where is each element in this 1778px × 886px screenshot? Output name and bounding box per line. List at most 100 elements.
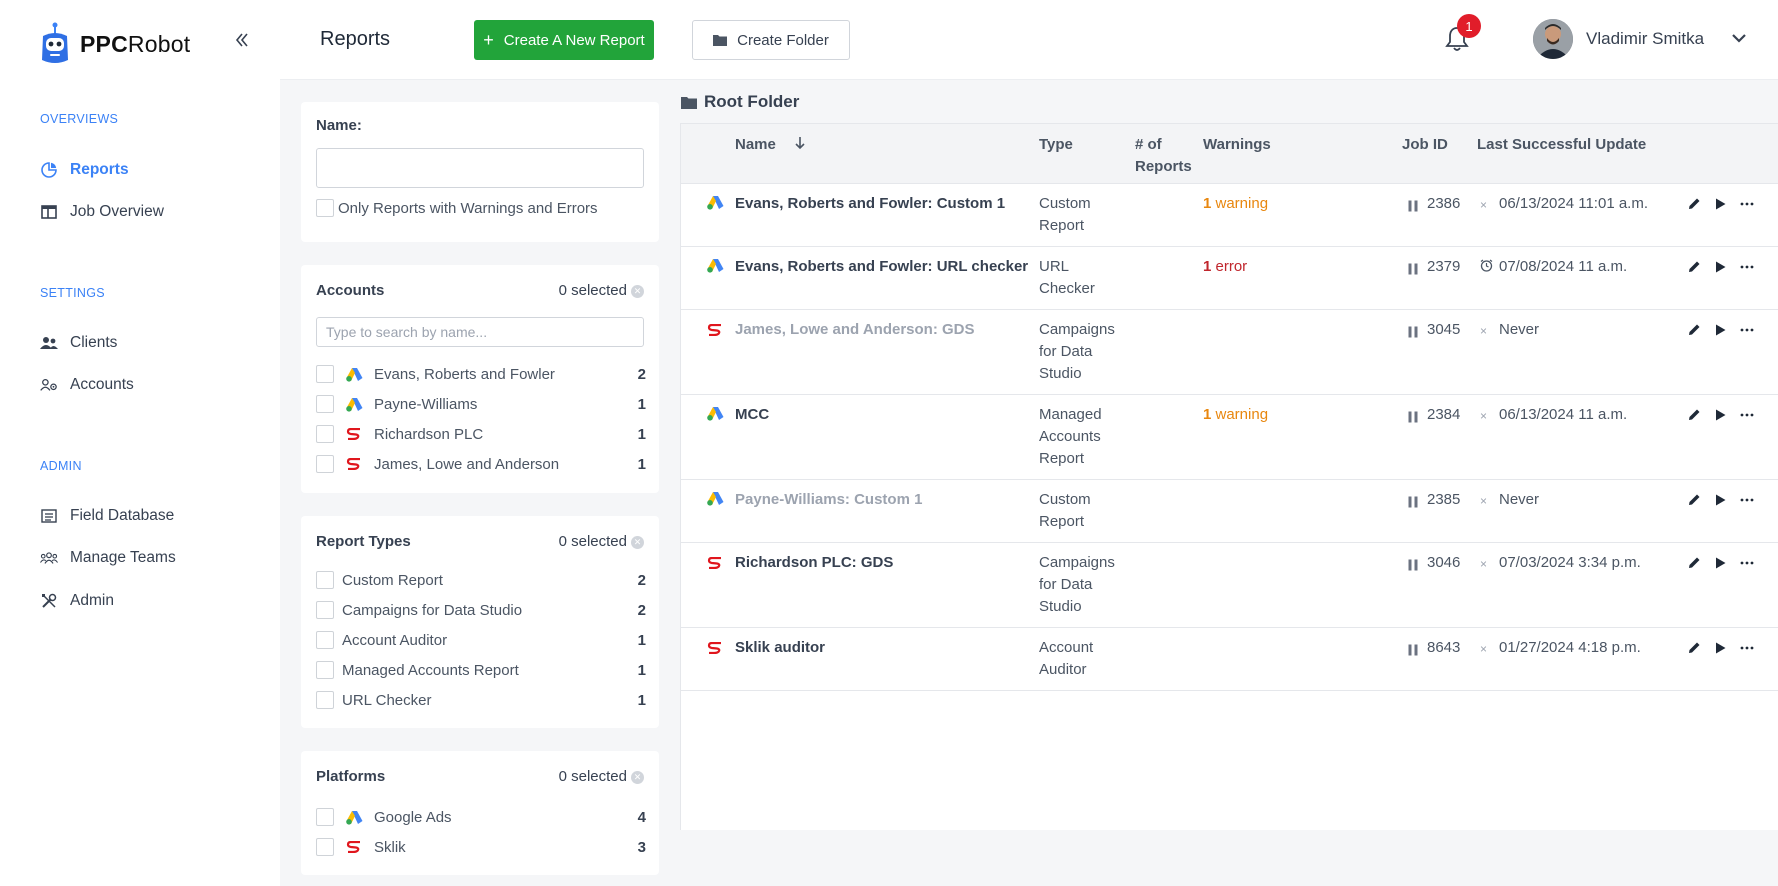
pause-icon[interactable] [1408,493,1418,515]
edit-icon[interactable] [1688,323,1701,336]
edit-icon[interactable] [1688,641,1701,654]
table-row[interactable]: Evans, Roberts and Fowler: URL checker U… [681,247,1778,310]
table-row[interactable]: Payne-Williams: Custom 1 Custom Report 23… [681,480,1778,543]
nav-clients[interactable]: Clients [40,334,117,352]
edit-icon[interactable] [1688,408,1701,421]
column-type[interactable]: Type [1039,134,1073,156]
report-type-option[interactable]: URL Checker 1 [316,691,646,709]
more-icon[interactable] [1740,328,1754,332]
user-name[interactable]: Vladimir Smitka [1586,29,1704,49]
pause-icon[interactable] [1408,641,1418,663]
platform-option[interactable]: Sklik 3 [316,838,646,856]
account-option[interactable]: Richardson PLC 1 [316,425,646,443]
create-folder-button[interactable]: Create Folder [692,20,850,60]
nav-admin[interactable]: Admin [40,592,114,610]
report-name[interactable]: Richardson PLC: GDS [735,552,893,574]
more-icon[interactable] [1740,202,1754,206]
table-row[interactable]: MCC Managed Accounts Report 1 warning 2384… [681,395,1778,480]
avatar[interactable] [1533,19,1573,59]
play-icon[interactable] [1715,557,1726,569]
warning-status[interactable]: 1 warning [1203,404,1268,426]
checkbox[interactable] [316,631,334,649]
platform-option-count: 3 [637,838,646,856]
account-option[interactable]: James, Lowe and Anderson 1 [316,455,646,473]
play-icon[interactable] [1715,198,1726,210]
checkbox[interactable] [316,425,334,443]
more-icon[interactable] [1740,646,1754,650]
column-warnings[interactable]: Warnings [1203,134,1271,156]
checkbox[interactable] [316,661,334,679]
edit-icon[interactable] [1688,260,1701,273]
report-type-option-count: 1 [637,631,646,649]
more-icon[interactable] [1740,265,1754,269]
column-name[interactable]: Name [735,134,806,156]
name-filter-panel: Name: Only Reports with Warnings and Err… [301,102,659,242]
play-icon[interactable] [1715,324,1726,336]
play-icon[interactable] [1715,494,1726,506]
edit-icon[interactable] [1688,197,1701,210]
nav-accounts[interactable]: Accounts [40,376,134,394]
checkbox[interactable] [316,395,334,413]
pause-icon[interactable] [1408,197,1418,219]
checkbox[interactable] [316,838,334,856]
pause-icon[interactable] [1408,556,1418,578]
nav-accounts-label: Accounts [70,376,134,393]
account-option[interactable]: Payne-Williams 1 [316,395,646,413]
report-type-option[interactable]: Campaigns for Data Studio 2 [316,601,646,619]
clear-accounts-icon[interactable]: ✕ [631,285,644,298]
edit-icon[interactable] [1688,493,1701,506]
checkbox[interactable] [316,199,334,217]
google-ads-icon [342,810,366,825]
report-type-option[interactable]: Account Auditor 1 [316,631,646,649]
clear-report-types-icon[interactable]: ✕ [631,536,644,549]
collapse-sidebar-icon[interactable] [234,30,250,52]
table-row[interactable]: Evans, Roberts and Fowler: Custom 1 Cust… [681,184,1778,247]
more-icon[interactable] [1740,413,1754,417]
report-name[interactable]: MCC [735,404,769,426]
report-name[interactable]: Payne-Williams: Custom 1 [735,489,922,511]
warning-status[interactable]: 1 error [1203,256,1247,278]
report-type-option[interactable]: Custom Report 2 [316,571,646,589]
report-name[interactable]: Evans, Roberts and Fowler: URL checker [735,256,1028,278]
edit-icon[interactable] [1688,556,1701,569]
report-name[interactable]: Evans, Roberts and Fowler: Custom 1 [735,193,1005,215]
column-last-update[interactable]: Last Successful Update [1477,134,1646,156]
table-row[interactable]: Sklik auditor Account Auditor 8643 × 01/2… [681,628,1778,691]
checkbox[interactable] [316,571,334,589]
chevron-down-icon[interactable] [1731,30,1747,50]
platform-option[interactable]: Google Ads 4 [316,808,646,826]
play-icon[interactable] [1715,642,1726,654]
play-icon[interactable] [1715,261,1726,273]
name-filter-input[interactable] [316,148,644,188]
report-name[interactable]: Sklik auditor [735,637,825,659]
brand-logo[interactable]: PPCRobot [40,22,190,66]
report-type-option[interactable]: Managed Accounts Report 1 [316,661,646,679]
column-reports[interactable]: # of Reports [1135,134,1192,178]
create-report-button[interactable]: + Create A New Report [474,20,654,60]
pause-icon[interactable] [1408,323,1418,345]
checkbox[interactable] [316,365,334,383]
row-actions [1688,197,1754,210]
pause-icon[interactable] [1408,408,1418,430]
clear-platforms-icon[interactable]: ✕ [631,771,644,784]
column-job-id[interactable]: Job ID [1402,134,1448,156]
account-option[interactable]: Evans, Roberts and Fowler 2 [316,365,646,383]
nav-manage-teams[interactable]: Manage Teams [40,549,176,567]
more-icon[interactable] [1740,561,1754,565]
accounts-search-input[interactable] [316,317,644,347]
nav-field-database[interactable]: Field Database [40,507,174,525]
checkbox[interactable] [316,691,334,709]
report-name[interactable]: James, Lowe and Anderson: GDS [735,319,975,341]
checkbox[interactable] [316,601,334,619]
warning-status[interactable]: 1 warning [1203,193,1268,215]
nav-job-overview[interactable]: Job Overview [40,203,164,221]
checkbox[interactable] [316,455,334,473]
table-row[interactable]: Richardson PLC: GDS Campaigns for Data Stu… [681,543,1778,628]
nav-reports[interactable]: Reports [40,161,129,179]
more-icon[interactable] [1740,498,1754,502]
warnings-only-checkbox[interactable]: Only Reports with Warnings and Errors [316,199,646,217]
play-icon[interactable] [1715,409,1726,421]
table-row[interactable]: James, Lowe and Anderson: GDS Campaigns f… [681,310,1778,395]
checkbox[interactable] [316,808,334,826]
pause-icon[interactable] [1408,260,1418,282]
